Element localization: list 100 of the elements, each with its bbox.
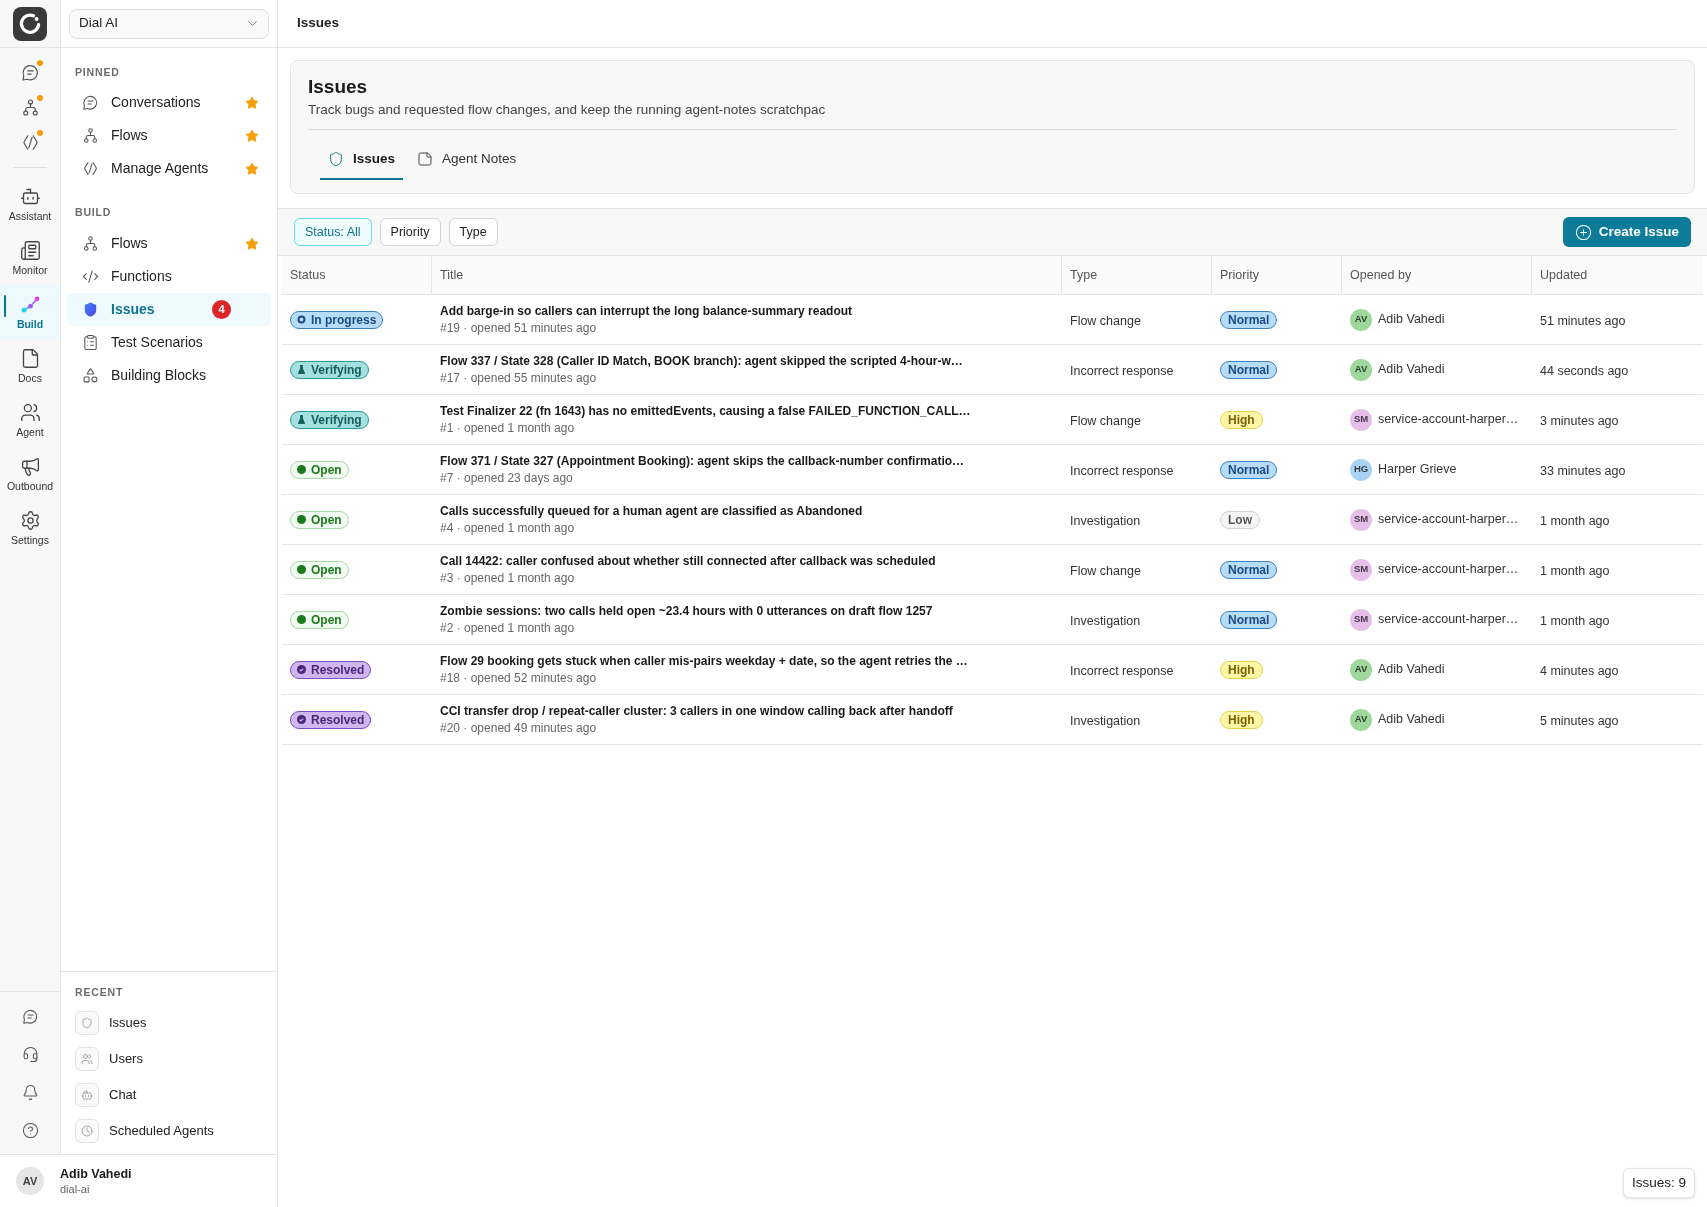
issue-title[interactable]: Zombie sessions: two calls held open ~23.4 hours with 0 utterances on draft flow 1257 xyxy=(440,603,1054,620)
tab[interactable]: Agent Notes xyxy=(409,140,525,180)
filter-button[interactable]: Priority xyxy=(379,218,441,246)
chat-bubble-icon[interactable] xyxy=(21,1007,39,1025)
nav-item[interactable]: Building Blocks xyxy=(67,359,271,392)
column-header[interactable]: Type xyxy=(1062,256,1212,294)
avatar: AV xyxy=(1350,308,1372,331)
code-slash-icon[interactable] xyxy=(20,133,40,152)
column-header[interactable]: Opened by xyxy=(1342,256,1532,294)
rail-nav-item[interactable]: Monitor xyxy=(0,231,60,285)
recent-item[interactable]: Scheduled Agents xyxy=(61,1113,277,1149)
shapes-icon xyxy=(82,367,99,384)
help-icon[interactable] xyxy=(21,1121,39,1139)
shield-icon xyxy=(75,1011,99,1035)
issue-title[interactable]: Flow 371 / State 327 (Appointment Booking): agent skips the callback-number confirmatio… xyxy=(440,453,1054,470)
nav-item[interactable]: Issues 4 xyxy=(67,293,271,326)
nav-item[interactable]: Flows xyxy=(67,119,271,152)
workspace-dropdown[interactable]: Dial AI xyxy=(69,8,269,39)
issue-title[interactable]: Flow 337 / State 328 (Caller ID Match, BOOK branch): agent skipped the scripted 4-hour-w… xyxy=(440,353,1054,370)
org-chart-icon[interactable] xyxy=(20,98,40,117)
tab[interactable]: Issues xyxy=(320,140,404,180)
user-name: service-account-harper… xyxy=(1378,411,1519,429)
nav-item[interactable]: Conversations xyxy=(67,86,271,119)
user-name: service-account-harper… xyxy=(1378,611,1519,629)
logo-icon[interactable] xyxy=(13,6,47,41)
user-name: Adib Vahedi xyxy=(1378,661,1445,679)
status-label: Resolved xyxy=(311,662,365,677)
nav-item[interactable]: Manage Agents xyxy=(67,152,271,185)
updated-time: 1 month ago xyxy=(1540,563,1610,578)
priority-badge: Normal xyxy=(1220,310,1278,329)
issue-title[interactable]: CCI transfer drop / repeat-caller cluster: 3 callers in one window calling back after handoff xyxy=(440,703,1054,720)
users-icon xyxy=(75,1047,99,1071)
check-circle-icon xyxy=(297,715,306,724)
issue-title[interactable]: Calls successfully queued for a human agent are classified as Abandoned xyxy=(440,503,1054,520)
rail-nav-item[interactable]: Docs xyxy=(0,339,60,393)
flask-icon xyxy=(297,365,306,374)
notifications-icon[interactable] xyxy=(21,1083,39,1101)
column-header[interactable]: Updated xyxy=(1532,256,1703,294)
dot-icon xyxy=(297,615,306,624)
users-icon xyxy=(19,401,41,423)
clipboard-icon xyxy=(82,334,99,351)
status-label: In progress xyxy=(311,312,377,327)
chat-bubble-icon[interactable] xyxy=(20,63,40,82)
issue-type: Investigation xyxy=(1070,613,1141,628)
user-name: Harper Grieve xyxy=(1378,461,1457,479)
nav-item[interactable]: Functions xyxy=(67,260,271,293)
code-slash-icon xyxy=(82,160,99,177)
filter-button[interactable]: Type xyxy=(448,218,498,246)
dot-icon xyxy=(297,465,306,474)
avatar: SM xyxy=(1350,408,1372,431)
create-issue-button[interactable]: Create Issue xyxy=(1562,217,1691,247)
nav-item[interactable]: Test Scenarios xyxy=(67,326,271,359)
issue-count-chip: Issues: 9 xyxy=(1622,1168,1695,1198)
issue-type: Incorrect response xyxy=(1070,463,1174,478)
filter-button[interactable]: Status: All xyxy=(294,218,372,246)
issue-type: Flow change xyxy=(1070,413,1141,428)
updated-time: 5 minutes ago xyxy=(1540,713,1619,728)
recent-item[interactable]: Chat xyxy=(61,1077,277,1113)
column-header[interactable]: Title xyxy=(432,256,1062,294)
priority-badge: Normal xyxy=(1220,460,1278,479)
robot-icon xyxy=(75,1083,99,1107)
rail-nav-item[interactable]: Settings xyxy=(0,501,60,555)
user-name: service-account-harper… xyxy=(1378,511,1519,529)
rail-nav-item[interactable]: Agent xyxy=(0,393,60,447)
issue-title[interactable]: Test Finalizer 22 (fn 1643) has no emittedEvents, causing a false FAILED_FUNCTION_CALL… xyxy=(440,403,1054,420)
rail-nav-item[interactable]: Build xyxy=(0,285,60,339)
issue-meta: #3 · opened 1 month ago xyxy=(440,570,576,586)
org-chart-icon xyxy=(82,127,99,144)
section-heading: PINNED xyxy=(74,65,121,79)
page-title: Issues xyxy=(297,14,340,33)
check-circle-icon xyxy=(297,665,306,674)
updated-time: 44 seconds ago xyxy=(1540,363,1629,378)
dot-icon xyxy=(297,515,306,524)
status-label: Resolved xyxy=(311,712,365,727)
avatar: SM xyxy=(1350,508,1372,531)
priority-badge: High xyxy=(1220,710,1263,729)
avatar: AV xyxy=(16,1167,44,1195)
issue-meta: #2 · opened 1 month ago xyxy=(440,620,576,636)
rail-nav-item[interactable]: Assistant xyxy=(0,177,60,231)
status-label: Open xyxy=(311,512,342,527)
section-heading: BUILD xyxy=(74,205,113,219)
headset-icon[interactable] xyxy=(21,1045,39,1063)
issue-title[interactable]: Call 14422: caller confused about whether still connected after callback was scheduled xyxy=(440,553,1054,570)
issue-meta: #17 · opened 55 minutes ago xyxy=(440,370,598,386)
recent-item[interactable]: Issues xyxy=(61,1005,277,1041)
nav-item[interactable]: Flows xyxy=(67,227,271,260)
org-name: dial-ai xyxy=(60,1182,91,1196)
issue-title[interactable]: Flow 29 booking gets stuck when caller mis-pairs weekday + date, so the agent retries the … xyxy=(440,653,1054,670)
updated-time: 33 minutes ago xyxy=(1540,463,1626,478)
recent-item[interactable]: Users xyxy=(61,1041,277,1077)
column-header[interactable]: Priority xyxy=(1212,256,1342,294)
issue-meta: #20 · opened 49 minutes ago xyxy=(440,720,598,736)
dot-icon xyxy=(297,565,306,574)
column-header[interactable]: Status xyxy=(282,256,432,294)
avatar: SM xyxy=(1350,558,1372,581)
issue-type: Investigation xyxy=(1070,713,1141,728)
issue-title[interactable]: Add barge-in so callers can interrupt the long balance-summary readout xyxy=(440,303,1054,320)
ring-icon xyxy=(297,315,306,324)
rail-nav-item[interactable]: Outbound xyxy=(0,447,60,501)
status-label: Verifying xyxy=(311,362,362,377)
